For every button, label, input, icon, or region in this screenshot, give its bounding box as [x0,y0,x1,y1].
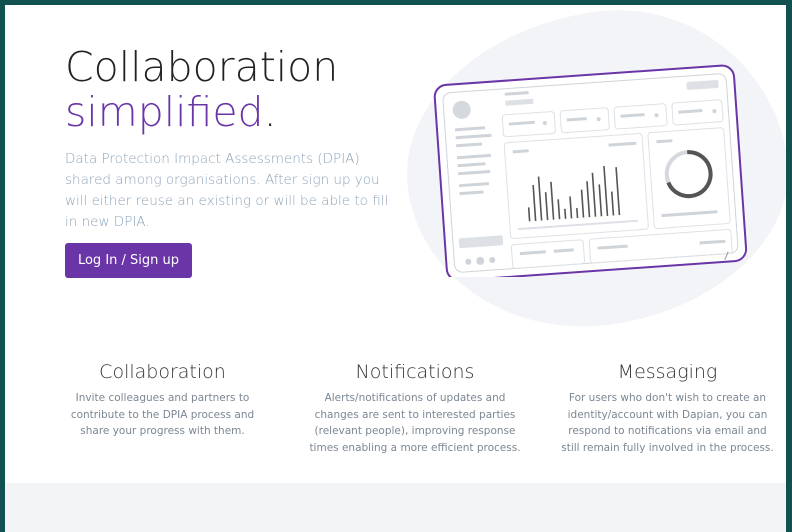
feature-title: Collaboration [99,361,226,383]
feature-notifications: Notifications Alerts/notifications of up… [308,361,523,456]
page: Collaboration simplified. Data Protectio… [5,5,786,532]
hero-title-line1: Collaboration [65,43,339,91]
feature-title: Notifications [355,361,475,383]
hero-description: Data Protection Impact Assessments (DPIA… [65,151,389,230]
login-signup-button[interactable]: Log In / Sign up [65,243,192,278]
feature-text: For users who don't wish to create an id… [561,392,774,454]
hero-title: Collaboration simplified. [65,45,338,135]
feature-collaboration: Collaboration Invite colleagues and part… [55,361,270,456]
features-section: Collaboration Invite colleagues and part… [55,361,775,456]
hero-title-accent: simplified [65,88,264,136]
feature-messaging: Messaging For users who don't wish to cr… [560,361,775,456]
feature-text: Invite colleagues and partners to contri… [70,392,255,437]
dashboard-illustration-icon [433,64,748,277]
feature-text: Alerts/notifications of updates and chan… [309,392,521,454]
hero-title-dot: . [263,88,277,136]
footer-band [5,483,786,532]
feature-title: Messaging [617,361,718,383]
